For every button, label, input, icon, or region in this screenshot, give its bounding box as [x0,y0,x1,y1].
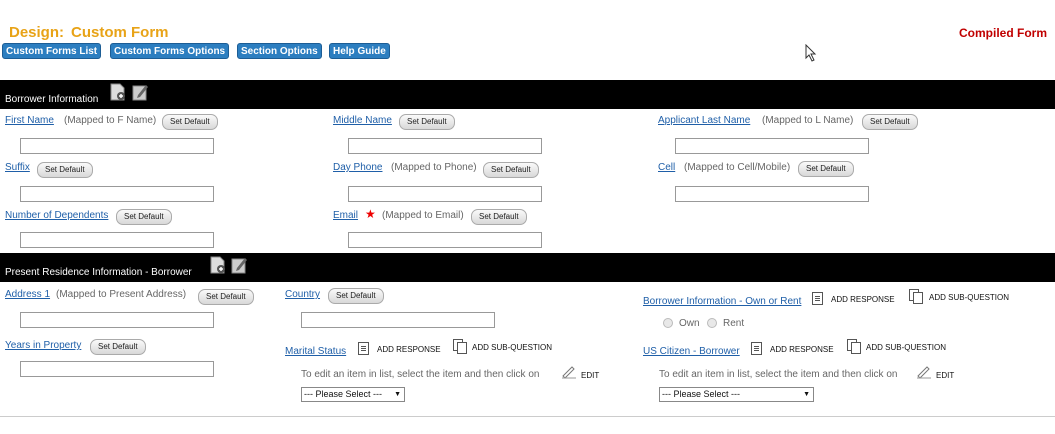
add-field-icon[interactable] [210,256,226,274]
middle-name-link[interactable]: Middle Name [333,115,392,126]
pencil-icon[interactable] [916,365,932,379]
address-1-input[interactable] [20,312,214,328]
us-citizen-select[interactable]: --- Please Select --- ▼ [659,387,814,402]
email-input[interactable] [348,232,542,248]
last-name-input[interactable] [675,138,869,154]
years-input[interactable] [20,361,214,377]
pencil-icon[interactable] [561,365,577,379]
rent-label: Rent [723,318,745,329]
edit-link[interactable]: EDIT [936,371,954,380]
country-set-default-button[interactable]: Set Default [328,288,384,304]
dependents-input[interactable] [20,232,214,248]
country-input[interactable] [301,312,495,328]
add-subquestion-icon[interactable] [453,339,467,354]
marital-status-select[interactable]: --- Please Select --- ▼ [301,387,405,402]
own-radio[interactable] [663,318,673,328]
add-response-link[interactable]: ADD RESPONSE [377,345,441,354]
first-name-set-default-button[interactable]: Set Default [162,114,218,130]
add-subquestion-icon[interactable] [909,289,923,304]
add-response-icon[interactable] [358,342,369,355]
rent-radio[interactable] [707,318,717,328]
address-1-set-default-button[interactable]: Set Default [198,289,254,305]
first-name-mapping: (Mapped to F Name) [64,115,157,126]
last-name-set-default-button[interactable]: Set Default [862,114,918,130]
add-response-icon[interactable] [812,292,823,305]
required-star-icon: ★ [365,207,376,221]
middle-name-set-default-button[interactable]: Set Default [399,114,455,130]
mouse-cursor-icon [805,44,817,62]
dependents-set-default-button[interactable]: Set Default [116,209,172,225]
add-subquestion-link[interactable]: ADD SUB-QUESTION [472,343,552,352]
email-set-default-button[interactable]: Set Default [471,209,527,225]
address-1-link[interactable]: Address 1 [5,289,50,300]
address-1-mapping: (Mapped to Present Address) [56,289,187,300]
add-subquestion-icon[interactable] [847,339,861,354]
edit-hint: To edit an item in list, select the item… [659,369,898,380]
cell-link[interactable]: Cell [658,162,675,173]
years-set-default-button[interactable]: Set Default [90,339,146,355]
custom-forms-options-button[interactable]: Custom Forms Options [110,43,230,59]
section-title: Borrower Information [5,94,99,105]
page-title: Custom Form [71,24,169,41]
own-or-rent-link[interactable]: Borrower Information - Own or Rent [643,296,801,307]
cell-set-default-button[interactable]: Set Default [798,161,854,177]
day-phone-input[interactable] [348,186,542,202]
country-link[interactable]: Country [285,289,320,300]
add-subquestion-link[interactable]: ADD SUB-QUESTION [929,293,1009,302]
first-name-link[interactable]: First Name [5,115,54,126]
email-mapping: (Mapped to Email) [382,210,464,221]
day-phone-mapping: (Mapped to Phone) [391,162,477,173]
edit-section-icon[interactable] [132,83,148,101]
dropdown-arrow-icon: ▼ [803,391,810,398]
years-in-property-link[interactable]: Years in Property [5,340,81,351]
day-phone-link[interactable]: Day Phone [333,162,382,173]
own-label: Own [679,318,700,329]
edit-link[interactable]: EDIT [581,371,599,380]
last-name-link[interactable]: Applicant Last Name [658,115,750,126]
custom-forms-list-button[interactable]: Custom Forms List [2,43,102,59]
us-citizen-link[interactable]: US Citizen - Borrower [643,346,740,357]
dropdown-arrow-icon: ▼ [394,391,401,398]
add-response-icon[interactable] [751,342,762,355]
suffix-link[interactable]: Suffix [5,162,30,173]
add-subquestion-link[interactable]: ADD SUB-QUESTION [866,343,946,352]
edit-hint: To edit an item in list, select the item… [301,369,540,380]
day-phone-set-default-button[interactable]: Set Default [483,162,539,178]
section-bar-borrower-information: Borrower Information [0,80,1055,109]
marital-status-link[interactable]: Marital Status [285,346,346,357]
add-field-icon[interactable] [110,83,126,101]
last-name-mapping: (Mapped to L Name) [762,115,854,126]
section-title: Present Residence Information - Borrower [5,267,192,278]
edit-section-icon[interactable] [231,256,247,274]
page-title-prefix: Design: [9,24,65,41]
divider [0,416,1055,417]
help-guide-button[interactable]: Help Guide [329,43,390,59]
suffix-input[interactable] [20,186,214,202]
add-response-link[interactable]: ADD RESPONSE [831,295,895,304]
cell-input[interactable] [675,186,869,202]
section-options-button[interactable]: Section Options [237,43,322,59]
compiled-form-link[interactable]: Compiled Form [959,26,1047,40]
add-response-link[interactable]: ADD RESPONSE [770,345,834,354]
number-of-dependents-link[interactable]: Number of Dependents [5,210,108,221]
middle-name-input[interactable] [348,138,542,154]
email-link[interactable]: Email [333,210,358,221]
first-name-input[interactable] [20,138,214,154]
cell-mapping: (Mapped to Cell/Mobile) [684,162,791,173]
suffix-set-default-button[interactable]: Set Default [37,162,93,178]
section-bar-present-residence: Present Residence Information - Borrower [0,253,1055,282]
